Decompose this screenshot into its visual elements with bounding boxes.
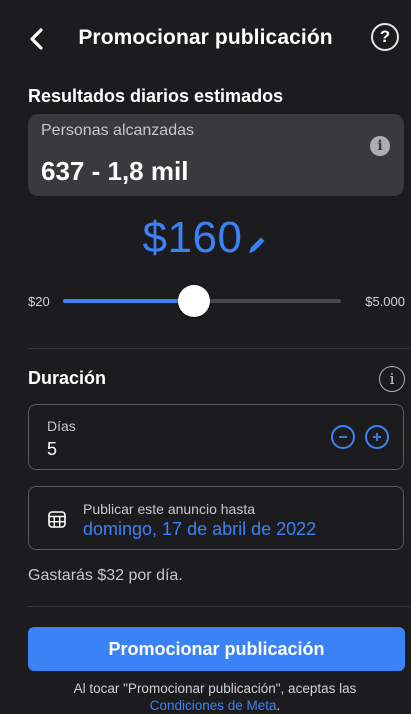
divider [28,348,411,349]
decrement-button[interactable] [331,425,355,449]
increment-button[interactable] [365,425,389,449]
reach-value: 637 - 1,8 mil [41,156,189,186]
slider-max-label: $5.000 [365,294,405,309]
slider-thumb[interactable] [177,285,210,317]
pencil-icon[interactable] [246,234,268,256]
promote-button[interactable]: Promocionar publicación [28,627,405,671]
divider [28,606,411,607]
days-field[interactable]: Días 5 [28,404,404,470]
days-label: Días [47,418,76,434]
estimated-results-heading: Resultados diarios estimados [28,86,284,106]
duration-heading: Duración [28,368,107,388]
slider-fill [63,299,194,303]
end-date-value[interactable]: domingo, 17 de abril de 2022 [83,519,316,540]
end-date-label: Publicar este anuncio hasta [83,501,255,517]
slider-min-label: $20 [28,294,50,309]
calendar-icon [48,511,66,528]
days-value[interactable]: 5 [47,439,57,460]
plus-icon [373,433,381,441]
page-title: Promocionar publicación [78,26,333,49]
end-date-picker[interactable]: Publicar este anuncio hasta domingo, 17 … [28,486,404,550]
budget-slider[interactable] [63,285,341,317]
reach-card: Personas alcanzadas 637 - 1,8 mil i [28,114,404,196]
terms-notice: Al tocar "Promocionar publicación", acep… [0,680,411,714]
help-button[interactable]: ? [371,23,399,51]
info-icon[interactable]: i [370,136,390,156]
question-icon: ? [379,27,391,46]
daily-spend-text: Gastarás $32 por día. [28,567,183,584]
top-bar: Promocionar publicación ? [0,0,411,80]
budget-amount[interactable]: $160 [143,213,243,263]
minus-icon [339,436,347,438]
info-icon[interactable]: i [379,366,405,392]
reach-label: Personas alcanzadas [41,122,194,139]
terms-text: Al tocar "Promocionar publicación", acep… [73,681,357,696]
budget-display: $160 [0,208,411,268]
